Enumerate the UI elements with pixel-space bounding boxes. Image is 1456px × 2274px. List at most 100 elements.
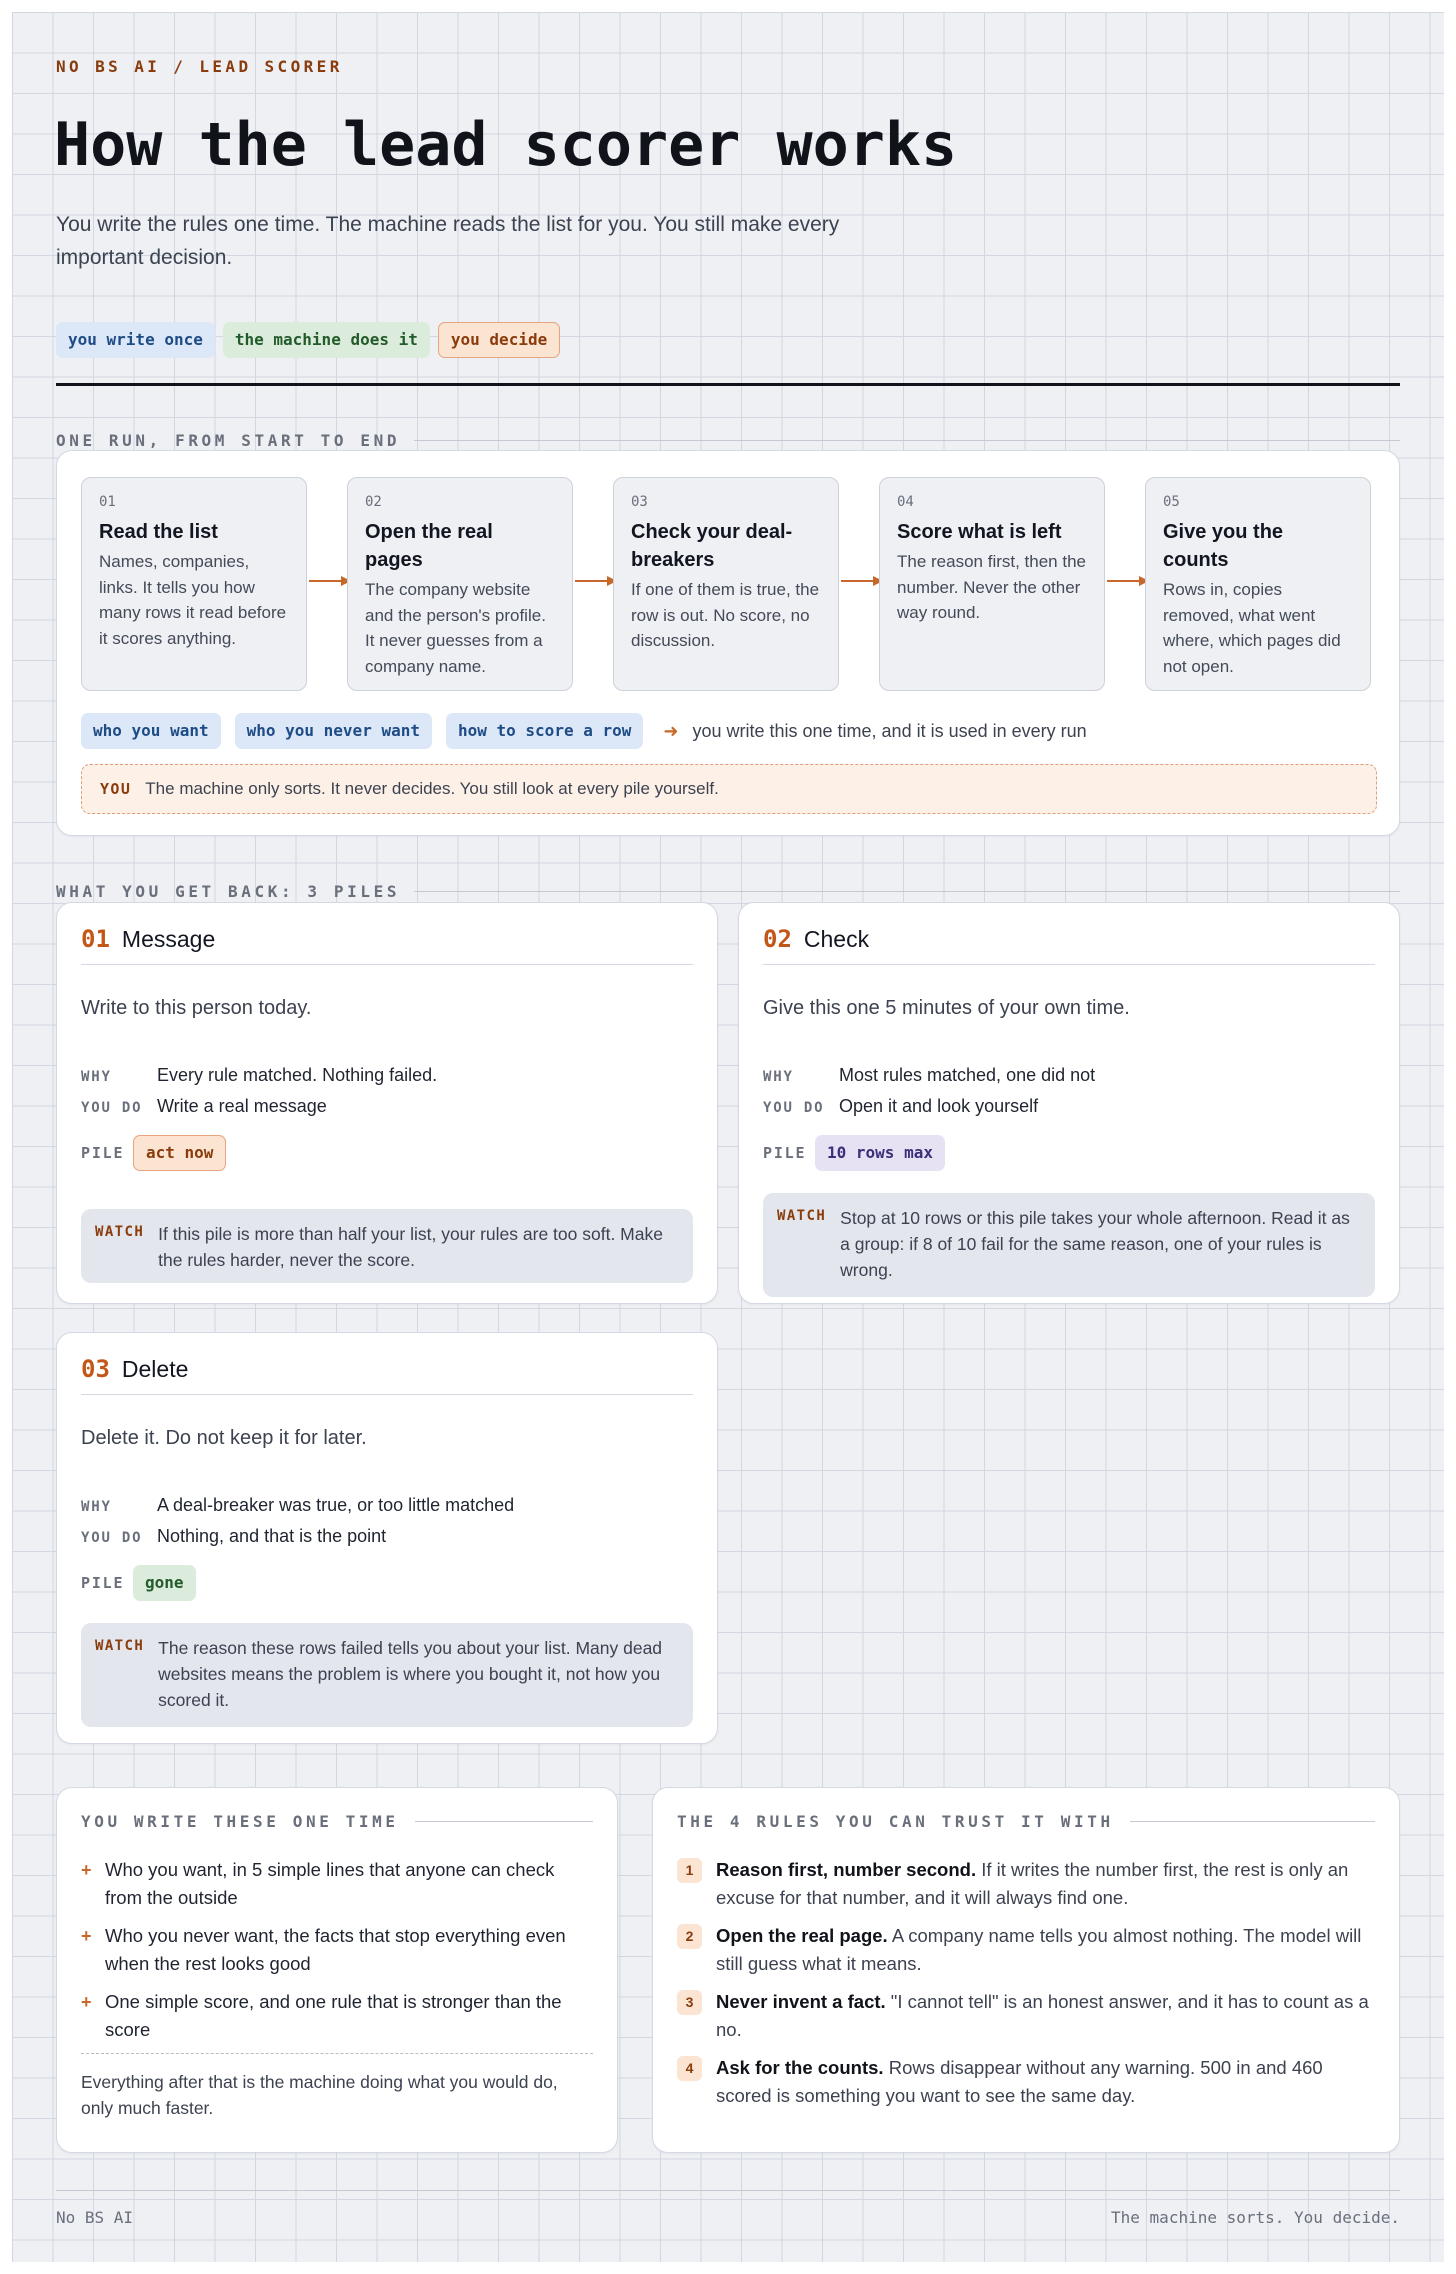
step-number: 01 [99,494,116,510]
trust-rules-card: THE 4 RULES YOU CAN TRUST IT WITH 1 Reas… [652,1787,1400,2153]
list-item: + Who you never want, the facts that sto… [81,1922,593,1978]
rule-bold: Ask for the counts. [716,2057,884,2078]
pile-why: WHY Most rules matched, one did not [763,1065,1095,1086]
step-title: Open the real pages [365,521,493,571]
eyebrow: NO BS AI / LEAD SCORER [56,57,343,76]
you-do-key: YOU DO [81,1530,143,1546]
you-key: YOU [100,780,132,798]
why-value: Most rules matched, one did not [839,1065,1096,1085]
pile-title: Message [121,926,216,952]
list-item: + One simple score, and one rule that is… [81,1988,593,2044]
list-item-text: Who you never want, the facts that stop … [105,1925,566,1974]
write-once-note: Everything after that is the machine doi… [81,2072,558,2118]
rule-item: 3 Never invent a fact. "I cannot tell" i… [677,1988,1375,2044]
write-once-list: + Who you want, in 5 simple lines that a… [81,1856,593,2054]
step-title: Score what is left [897,521,1062,543]
rule-item: 4 Ask for the counts. Rows disappear wit… [677,2054,1375,2110]
section-line [1129,1820,1375,1823]
inputs-note: you write this one time, and it is used … [692,720,1087,741]
pile-key: PILE [81,1574,125,1592]
step-title: Read the list [99,521,218,543]
watch-key: WATCH [777,1208,827,1224]
rule-item: 2 Open the real page. A company name tel… [677,1922,1375,1978]
you-do-key: YOU DO [763,1100,825,1116]
lead-text: You write the rules one time. The machin… [56,213,840,269]
pile-row: PILE act now [81,1135,227,1171]
rule-bold: Reason first, number second. [716,1859,977,1880]
pile-card-message: 01 Message Write to this person today. W… [56,902,718,1304]
rule-text: Never invent a fact. "I cannot tell" is … [716,1988,1375,2044]
you-do-value: Nothing, and that is the point [157,1526,387,1546]
footer-divider [56,2190,1400,2191]
rule-bold: Never invent a fact. [716,1991,886,2012]
pile-you-do: YOU DO Write a real message [81,1096,327,1117]
legend-decide: you decide [437,322,561,358]
rule-text: Open the real page. A company name tells… [716,1922,1375,1978]
input-tag-want: who you want [81,713,221,749]
rule-number: 1 [677,1858,702,1883]
list-item-text: Who you want, in 5 simple lines that any… [105,1859,555,1908]
you-do-key: YOU DO [81,1100,143,1116]
pile-number: 03 [81,1355,110,1383]
pile-title: Delete [121,1356,189,1382]
arrow-right-icon [841,576,883,586]
section-line [414,1820,593,1823]
rule-number: 2 [677,1924,702,1949]
rule-number: 4 [677,2056,702,2081]
arrow-right-icon [309,576,351,586]
legend: you write once the machine does it you d… [56,322,561,358]
trust-rules-label: THE 4 RULES YOU CAN TRUST IT WITH [677,1812,1375,1831]
rule-bold: Open the real page. [716,1925,888,1946]
pile-card-delete: 03 Delete Delete it. Do not keep it for … [56,1332,718,1744]
piles-section-label: WHAT YOU GET BACK: 3 PILES [56,882,1400,901]
why-key: WHY [81,1069,112,1085]
pile-key: PILE [763,1144,807,1162]
pile-tag: 10 rows max [815,1135,945,1171]
step-2: 02 Open the real pages The company websi… [347,477,573,691]
pile-head: 03 Delete [81,1355,693,1395]
pile-row: PILE gone [81,1565,196,1601]
page: NO BS AI / LEAD SCORER How the lead scor… [12,12,1444,2262]
step-desc: The company website and the person's pro… [365,580,546,676]
arrow-right-icon: ➜ [663,720,679,741]
legend-machine: the machine does it [222,322,430,358]
step-1: 01 Read the list Names, companies, links… [81,477,307,691]
pile-number: 02 [763,925,792,953]
you-do-value: Open it and look yourself [839,1096,1039,1116]
list-item-text: One simple score, and one rule that is s… [105,1991,562,2040]
watch-key: WATCH [95,1638,145,1654]
run-card: 01 Read the list Names, companies, links… [56,450,1400,836]
rule-text: Ask for the counts. Rows disappear witho… [716,2054,1375,2110]
step-desc: The reason first, then the number. Never… [897,552,1086,622]
arrow-right-icon [575,576,617,586]
pile-intro: Delete it. Do not keep it for later. [81,1427,367,1449]
rule-item: 1 Reason first, number second. If it wri… [677,1856,1375,1912]
watch-text: Stop at 10 rows or this pile takes your … [840,1208,1350,1280]
you-callout: YOU The machine only sorts. It never dec… [81,764,1377,814]
pile-number: 01 [81,925,110,953]
you-do-value: Write a real message [157,1096,327,1116]
watch-box: WATCH Stop at 10 rows or this pile takes… [763,1193,1375,1297]
why-value: A deal-breaker was true, or too little m… [157,1495,515,1515]
footer-tagline: The machine sorts. You decide. [1111,2208,1400,2227]
write-once-label: YOU WRITE THESE ONE TIME [81,1812,593,1831]
step-3: 03 Check your deal-breakers If one of th… [613,477,839,691]
pile-why: WHY A deal-breaker was true, or too litt… [81,1495,514,1516]
pile-intro: Write to this person today. [81,997,312,1019]
section-line [414,440,1400,441]
pile-head: 02 Check [763,925,1375,965]
watch-text: If this pile is more than half your list… [158,1224,663,1270]
pile-head: 01 Message [81,925,693,965]
step-number: 05 [1163,494,1180,510]
trust-rules-list: 1 Reason first, number second. If it wri… [677,1856,1375,2120]
pile-you-do: YOU DO Open it and look yourself [763,1096,1038,1117]
rule-number: 3 [677,1990,702,2015]
pile-tag: act now [133,1135,227,1171]
pile-card-check: 02 Check Give this one 5 minutes of your… [738,902,1400,1304]
arrow-right-icon [1107,576,1149,586]
legend-write-once: you write once [56,322,215,358]
run-section-label: ONE RUN, FROM START TO END [56,431,1400,450]
watch-key: WATCH [95,1224,145,1240]
inputs-row: who you want who you never want how to s… [81,713,1087,749]
watch-box: WATCH The reason these rows failed tells… [81,1623,693,1727]
